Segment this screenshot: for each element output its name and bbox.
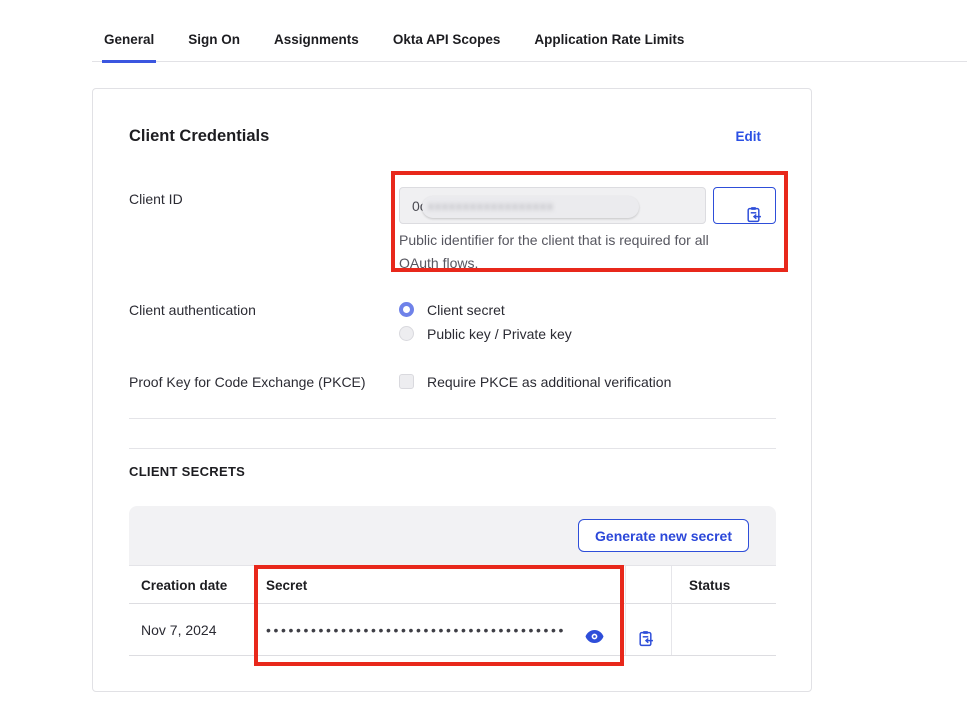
col-header-status: Status bbox=[689, 566, 730, 604]
radio-public-private-key[interactable] bbox=[399, 326, 414, 341]
pkce-checkbox[interactable] bbox=[399, 374, 414, 389]
pkce-label: Proof Key for Code Exchange (PKCE) bbox=[129, 374, 366, 390]
tab-assignments[interactable]: Assignments bbox=[272, 32, 361, 61]
edit-link[interactable]: Edit bbox=[736, 129, 762, 144]
pkce-checkbox-label: Require PKCE as additional verification bbox=[427, 374, 671, 390]
app-settings-page: General Sign On Assignments Okta API Sco… bbox=[0, 0, 967, 710]
secret-table-row: Nov 7, 2024 ••••••••••••••••••••••••••••… bbox=[129, 604, 776, 656]
client-secrets-title: CLIENT SECRETS bbox=[129, 464, 245, 479]
client-id-label: Client ID bbox=[129, 191, 183, 207]
client-id-redaction-overlay: xxxxxxxxxxxxxxxxxx bbox=[422, 196, 639, 218]
tab-bar: General Sign On Assignments Okta API Sco… bbox=[92, 32, 967, 62]
tab-general[interactable]: General bbox=[102, 32, 156, 63]
radio-public-private-key-label: Public key / Private key bbox=[427, 326, 572, 342]
creation-date-cell: Nov 7, 2024 bbox=[141, 604, 217, 656]
section-title: Client Credentials bbox=[129, 127, 269, 146]
client-authentication-label: Client authentication bbox=[129, 302, 256, 318]
client-id-field[interactable]: 0o xxxxxxxxxxxxxxxxxx bbox=[399, 187, 706, 224]
radio-client-secret-label: Client secret bbox=[427, 302, 505, 318]
divider bbox=[129, 448, 776, 449]
client-id-help-text: Public identifier for the client that is… bbox=[399, 229, 747, 275]
divider bbox=[129, 418, 776, 419]
tab-okta-api-scopes[interactable]: Okta API Scopes bbox=[391, 32, 503, 61]
col-header-secret: Secret bbox=[266, 566, 307, 604]
masked-secret-value: •••••••••••••••••••••••••••••••••••••••• bbox=[266, 604, 566, 656]
tab-application-rate-limits[interactable]: Application Rate Limits bbox=[532, 32, 686, 61]
secrets-table-header: Creation date Secret Status bbox=[129, 566, 776, 604]
tab-sign-on[interactable]: Sign On bbox=[186, 32, 242, 61]
copy-client-id-button[interactable] bbox=[713, 187, 776, 224]
radio-client-secret[interactable] bbox=[399, 302, 414, 317]
generate-new-secret-button[interactable]: Generate new secret bbox=[578, 519, 749, 552]
col-header-creation-date: Creation date bbox=[141, 566, 227, 604]
secrets-toolbar: Generate new secret bbox=[129, 506, 776, 566]
client-credentials-card: Client Credentials Edit Client ID 0o xxx… bbox=[92, 88, 812, 692]
